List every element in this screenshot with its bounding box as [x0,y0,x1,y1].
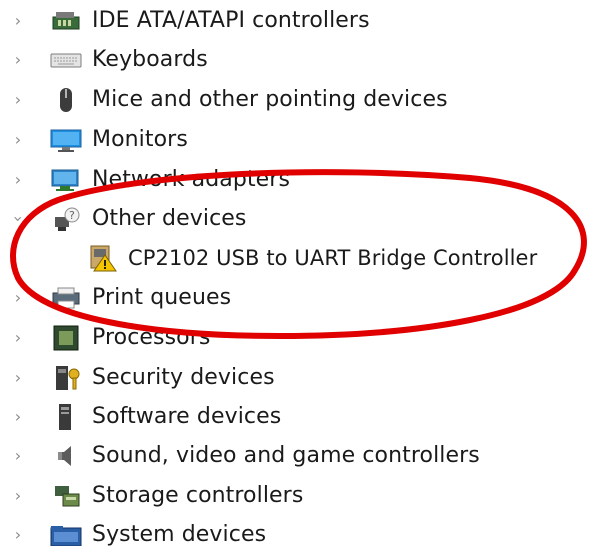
tree-item-label: Security devices [92,364,275,390]
svg-text:?: ? [69,209,75,222]
tree-item-system-devices[interactable]: › System devices [10,515,266,546]
speaker-icon [48,442,84,470]
tree-item-label: System devices [92,521,267,546]
tree-item-label: CP2102 USB to UART Bridge Controller [128,245,538,270]
tree-item-label: Print queues [92,284,232,310]
unknown-device-icon: ? [48,205,84,233]
tree-item-label: Software devices [92,403,282,429]
printer-icon [48,284,84,312]
tree-item-storage-controllers[interactable]: › Storage controllers [10,476,303,515]
tree-item-keyboards[interactable]: › Keyboards [10,40,208,79]
tree-item-other-devices[interactable]: › ? Other devices [9,199,247,238]
tree-item-sound-video-game-controllers[interactable]: › Sound, video and game controllers [10,436,480,475]
chevron-right-icon[interactable]: › [10,329,26,346]
tree-item-monitors[interactable]: › Monitors [10,120,188,159]
chevron-right-icon[interactable]: › [10,51,26,68]
chevron-right-icon[interactable]: › [10,408,26,425]
chevron-down-icon[interactable]: › [9,211,28,227]
tree-item-label: Network adapters [92,166,291,192]
tree-item-security-devices[interactable]: › Security devices [10,358,275,397]
chevron-right-icon[interactable]: › [10,526,26,543]
tree-item-network-adapters[interactable]: › Network adapters [10,160,290,199]
chevron-right-icon[interactable]: › [10,12,26,29]
tree-item-label: Storage controllers [92,482,304,508]
tree-item-label: Processors [92,324,211,350]
tree-item-cp2102-usb-to-uart-bridge-controller[interactable]: CP2102 USB to UART Bridge Controller [48,238,537,277]
tree-item-software-devices[interactable]: › Software devices [10,397,281,436]
tree-item-label: IDE ATA/ATAPI controllers [92,7,370,33]
processor-icon [48,324,84,352]
system-devices-icon [48,521,84,546]
tree-item-print-queues[interactable]: › Print queues [10,278,231,317]
ide-controller-icon [48,7,84,35]
chevron-right-icon[interactable]: › [10,131,26,148]
mouse-icon [48,86,84,114]
keyboard-icon [48,46,84,74]
chevron-right-icon[interactable]: › [10,369,26,386]
network-adapter-icon [48,166,84,194]
chevron-right-icon[interactable]: › [10,289,26,306]
chevron-right-icon[interactable]: › [10,447,26,464]
tree-item-mice[interactable]: › Mice and other pointing devices [10,80,448,119]
chevron-right-icon[interactable]: › [10,91,26,108]
tree-item-processors[interactable]: › Processors [10,318,210,357]
chevron-right-icon[interactable]: › [10,487,26,504]
tree-item-label: Mice and other pointing devices [92,86,448,112]
tree-item-ide-ata-atapi-controllers[interactable]: › IDE ATA/ATAPI controllers [10,1,370,40]
chevron-right-icon[interactable]: › [10,171,26,188]
tree-item-label: Sound, video and game controllers [92,442,480,468]
software-device-icon [48,403,84,431]
tree-item-label: Other devices [92,205,247,231]
tree-item-label: Monitors [92,126,188,152]
storage-controller-icon [48,482,84,510]
security-device-icon [48,364,84,392]
device-tree: › IDE ATA/ATAPI controllers › Keyboards [0,0,592,546]
warning-device-icon [84,244,120,272]
monitor-icon [48,126,84,154]
tree-item-label: Keyboards [92,46,208,72]
